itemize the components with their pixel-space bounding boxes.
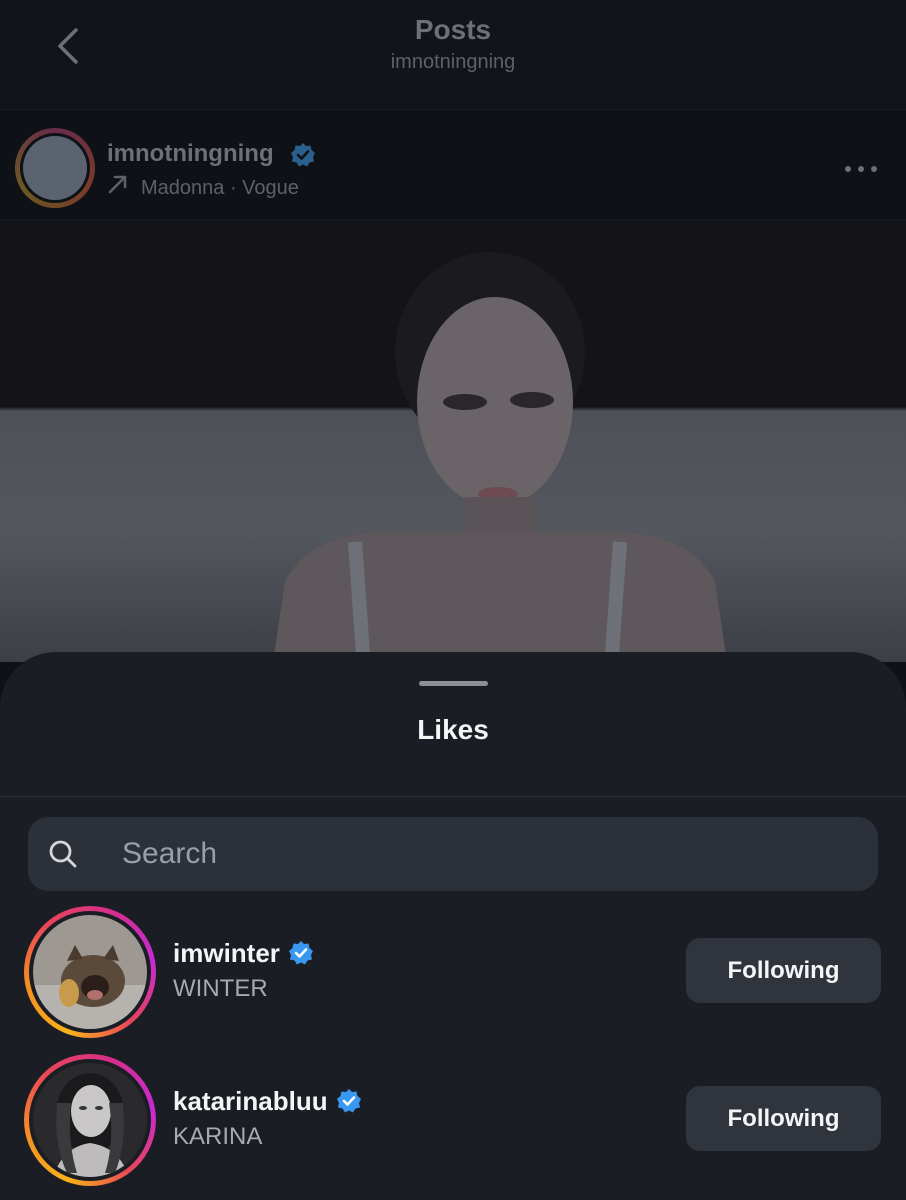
user-username[interactable]: imwinter — [173, 938, 314, 969]
page-title: Posts — [414, 14, 492, 45]
sheet-title: Likes — [417, 714, 489, 745]
likes-bottom-sheet: Likes imwinter — [0, 652, 906, 1200]
search-icon — [49, 840, 77, 868]
page-subtitle: imnotningning — [390, 51, 516, 73]
sheet-divider — [0, 796, 906, 797]
user-full-name: WINTER — [173, 975, 268, 1002]
avatar — [33, 915, 147, 1029]
search-input[interactable] — [122, 817, 862, 891]
post-author-avatar[interactable] — [15, 128, 95, 208]
search-bar[interactable] — [28, 817, 878, 891]
post-author-username[interactable]: imnotningning — [107, 140, 274, 168]
post-audio-info[interactable]: Madonna · Vogue — [107, 174, 299, 200]
verified-badge-icon — [291, 143, 315, 167]
username-text: imwinter — [173, 938, 280, 968]
story-ring[interactable] — [24, 1054, 156, 1186]
post-photo — [0, 222, 906, 662]
user-full-name: KARINA — [173, 1123, 263, 1150]
story-ring[interactable] — [24, 906, 156, 1038]
avatar — [33, 1063, 147, 1177]
following-button[interactable]: Following — [686, 1086, 881, 1151]
list-item[interactable]: imwinter WINTER Following — [0, 906, 906, 1046]
more-options-icon[interactable] — [844, 163, 878, 175]
music-arrow-icon — [108, 175, 127, 194]
verified-badge-icon — [288, 941, 313, 965]
username-text: katarinabluu — [173, 1086, 328, 1116]
top-navigation-bar: Posts imnotningning — [0, 0, 906, 110]
list-item[interactable]: katarinabluu KARINA Following — [0, 1054, 906, 1194]
post-photo-subject — [273, 252, 727, 662]
following-button[interactable]: Following — [686, 938, 881, 1003]
user-username[interactable]: katarinabluu — [173, 1086, 362, 1117]
post-audio-label: Madonna · Vogue — [141, 177, 299, 199]
verified-badge-icon — [336, 1089, 361, 1113]
sheet-grabber-handle[interactable] — [419, 681, 488, 686]
post-header: imnotningning Madonna · Vogue — [0, 111, 906, 221]
